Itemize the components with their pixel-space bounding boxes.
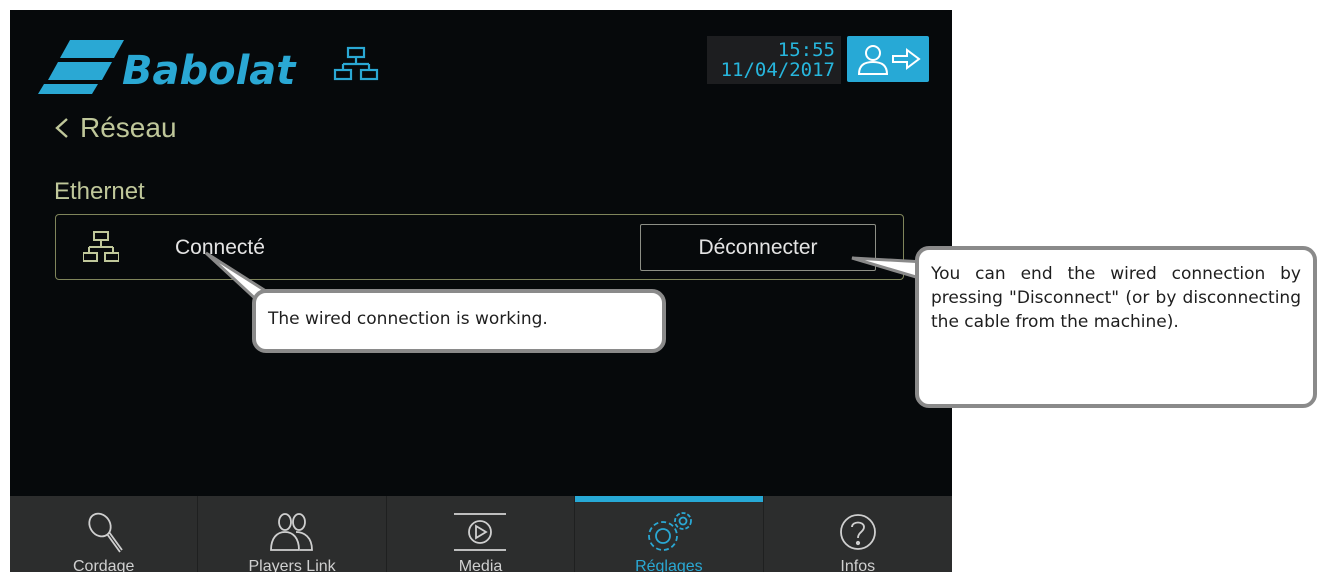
network-icon [333,46,379,81]
tab-label: Media [458,558,503,572]
racket-icon [88,512,123,553]
players-icon [270,513,313,551]
clock-time: 15:55 [777,39,835,61]
clock-date: 11/04/2017 [720,59,835,81]
logout-button[interactable] [847,36,929,82]
tab-label: Infos [840,558,876,572]
help-icon [839,514,876,550]
connection-status: Connecté [175,236,265,259]
back-button[interactable]: Réseau [54,112,177,144]
play-icon [454,513,507,551]
ethernet-row: Connecté Déconnecter [55,214,904,280]
tab-label: Cordage [73,558,135,572]
tab-infos[interactable]: Infos [764,496,952,572]
tab-players-link[interactable]: Players Link [198,496,387,572]
tab-cordage[interactable]: Cordage [10,496,199,572]
tab-label: Players Link [248,558,336,572]
bottom-nav: Cordage Players Link Media Réglages Info… [10,496,952,572]
disconnect-button[interactable]: Déconnecter [640,224,876,271]
status-callout: The wired connection is working. [252,289,666,353]
babolat-logo: Babolat [32,36,392,96]
tab-label: Réglages [635,558,703,572]
tab-media[interactable]: Media [387,496,576,572]
gears-icon [647,512,692,551]
section-title: Ethernet [54,178,145,205]
brand-wordmark: Babolat [122,48,297,94]
clock-display: 15:55 11/04/2017 [707,36,841,84]
chevron-left-icon [55,118,68,138]
tab-reglages[interactable]: Réglages [575,496,764,572]
disconnect-callout: You can end the wired connection by pres… [915,246,1317,408]
user-logout-icon [857,45,921,75]
back-label: Réseau [80,112,177,143]
ethernet-icon [83,231,119,262]
